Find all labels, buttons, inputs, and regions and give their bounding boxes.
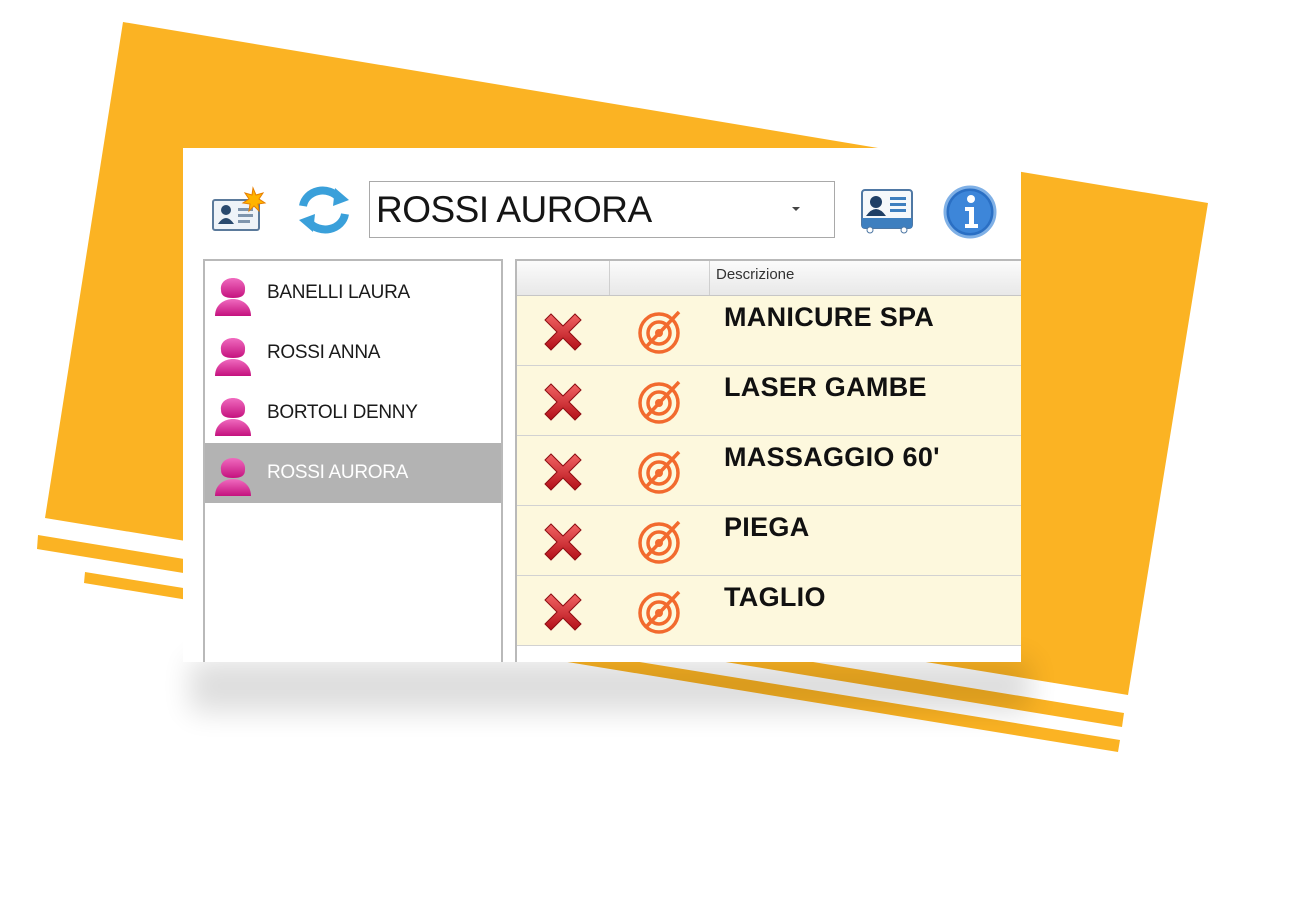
client-name: BANELLI LAURA (267, 282, 410, 303)
female-user-icon (215, 398, 251, 436)
female-user-icon (215, 278, 251, 316)
client-item[interactable]: ROSSI ANNA (205, 323, 501, 383)
new-client-card-icon (212, 186, 267, 231)
female-user-icon (215, 338, 251, 376)
client-name: ROSSI AURORA (267, 462, 409, 483)
service-description: PIEGA (724, 512, 810, 542)
toolbar: ROSSI AURORA (183, 148, 1021, 258)
info-button[interactable] (941, 184, 999, 240)
client-name: BORTOLI DENNY (267, 402, 418, 423)
client-card-button[interactable] (856, 184, 918, 236)
table-row[interactable]: PIEGA (517, 506, 1021, 576)
services-grid: Descrizione MANICURE SPA LASER GAMBE MAS… (515, 259, 1021, 662)
table-row[interactable]: LASER GAMBE (517, 366, 1021, 436)
client-list: BANELLI LAURA ROSSI ANNA BORTOLI DENNY R… (203, 259, 503, 662)
delete-x-icon[interactable] (539, 588, 587, 636)
table-row[interactable]: MANICURE SPA (517, 296, 1021, 366)
column-header[interactable] (610, 261, 710, 295)
delete-x-icon[interactable] (539, 378, 587, 426)
service-description: MASSAGGIO 60' (724, 442, 940, 472)
new-client-button[interactable] (209, 186, 267, 234)
delete-x-icon[interactable] (539, 308, 587, 356)
app-window: ROSSI AURORA BANELLI LAURA ROSSI ANNA BO… (183, 148, 1021, 662)
grid-header: Descrizione (517, 261, 1021, 296)
target-icon[interactable] (637, 376, 685, 426)
client-select[interactable]: ROSSI AURORA (369, 181, 835, 238)
refresh-button[interactable] (291, 184, 357, 236)
target-icon[interactable] (637, 516, 685, 566)
table-row[interactable]: MASSAGGIO 60' (517, 436, 1021, 506)
chevron-down-icon[interactable] (792, 207, 800, 211)
client-item[interactable]: BANELLI LAURA (205, 263, 501, 323)
column-header[interactable] (517, 261, 610, 295)
female-user-icon (215, 458, 251, 496)
client-card-icon (861, 189, 913, 234)
client-item-selected[interactable]: ROSSI AURORA (205, 443, 501, 503)
service-description: TAGLIO (724, 582, 826, 612)
target-icon[interactable] (637, 306, 685, 356)
target-icon[interactable] (637, 586, 685, 636)
column-header-label: Descrizione (716, 266, 795, 283)
client-name: ROSSI ANNA (267, 342, 381, 363)
target-icon[interactable] (637, 446, 685, 496)
client-item[interactable]: BORTOLI DENNY (205, 383, 501, 443)
info-icon (943, 185, 997, 239)
delete-x-icon[interactable] (539, 448, 587, 496)
delete-x-icon[interactable] (539, 518, 587, 566)
column-header-descrizione[interactable]: Descrizione (710, 261, 1021, 295)
service-description: MANICURE SPA (724, 302, 935, 332)
refresh-icon (299, 186, 349, 234)
service-description: LASER GAMBE (724, 372, 927, 402)
table-row[interactable]: TAGLIO (517, 576, 1021, 646)
window-shadow (190, 660, 1030, 712)
client-select-value: ROSSI AURORA (376, 188, 652, 230)
